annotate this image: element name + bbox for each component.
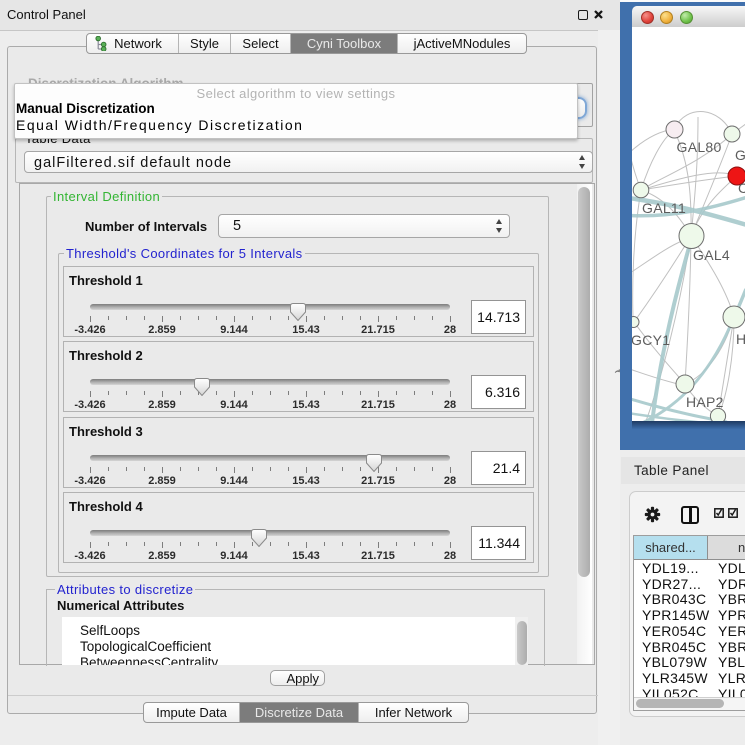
svg-text:GAL11: GAL11 <box>642 200 686 216</box>
svg-text:GCY1: GCY1 <box>632 332 670 348</box>
svg-text:GAL80: GAL80 <box>677 139 722 155</box>
svg-text:GAL4: GAL4 <box>693 247 730 263</box>
svg-text:C: C <box>738 180 745 196</box>
svg-text:HAP2: HAP2 <box>686 394 724 410</box>
svg-text:GA: GA <box>735 147 745 163</box>
svg-text:H: H <box>736 331 745 347</box>
